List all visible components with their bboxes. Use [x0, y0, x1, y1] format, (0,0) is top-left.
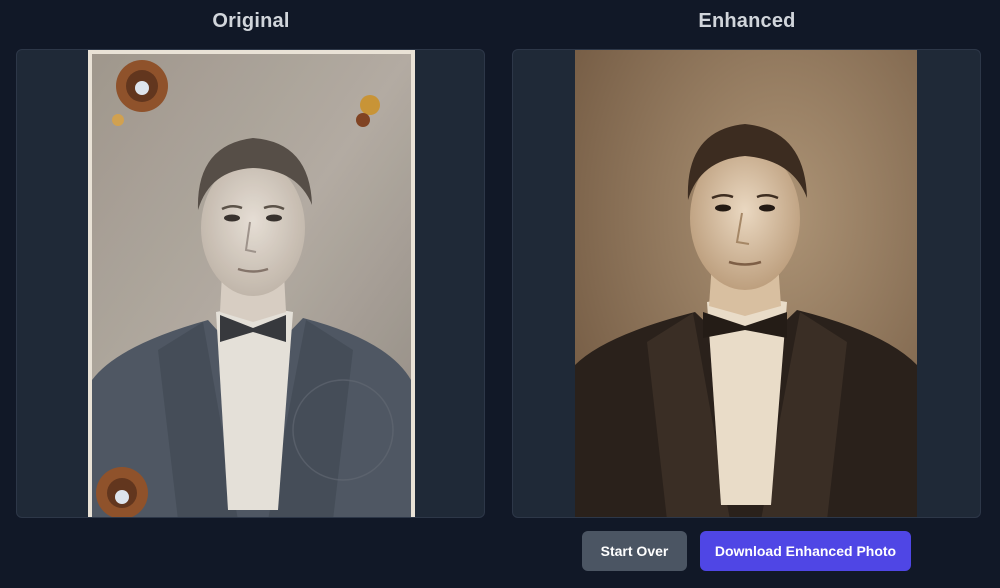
original-photo	[88, 50, 415, 517]
enhanced-image-panel	[512, 49, 981, 518]
original-column-title: Original	[212, 10, 290, 32]
enhanced-photo	[575, 50, 917, 517]
photo-compare-view: Original Enhanced Start Over Download En…	[0, 0, 1000, 588]
original-image-panel	[16, 49, 485, 518]
start-over-button[interactable]: Start Over	[582, 531, 687, 571]
download-enhanced-photo-button[interactable]: Download Enhanced Photo	[700, 531, 911, 571]
enhanced-column-title: Enhanced	[698, 10, 796, 32]
